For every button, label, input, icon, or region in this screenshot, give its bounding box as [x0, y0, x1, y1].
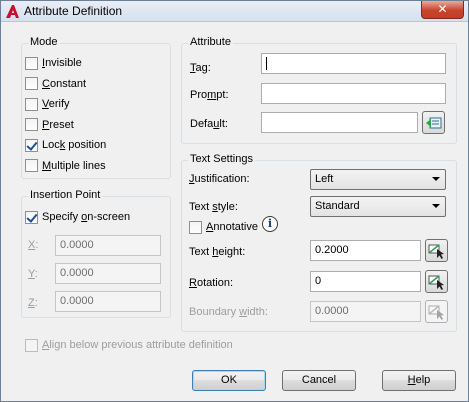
pick-width-icon — [428, 304, 444, 320]
multiple-lines-label: Multiple lines — [42, 159, 106, 172]
preset-label: Preset — [42, 118, 74, 131]
preset-checkbox[interactable]: Preset — [25, 118, 74, 132]
default-field[interactable] — [261, 112, 418, 133]
text-height-field[interactable]: 0.2000 — [310, 240, 421, 261]
boundary-width-pick-button[interactable] — [425, 300, 448, 323]
window-title: Attribute Definition — [24, 4, 123, 18]
annotative-checkbox[interactable]: Annotative — [189, 220, 258, 234]
lock-position-label: Lock position — [42, 139, 107, 151]
justification-select[interactable]: Left — [310, 169, 446, 190]
text-style-label: Text style: — [189, 201, 238, 213]
insert-field-icon — [425, 117, 441, 128]
specify-on-screen-checkbox[interactable]: Specify on-screen — [25, 210, 130, 224]
annotative-check — [189, 220, 202, 234]
specify-on-screen-label: Specify on-screen — [42, 211, 131, 223]
attribute-definition-dialog: Attribute Definition ✕ Mode Invisible Con… — [0, 0, 469, 402]
rotation-field[interactable]: 0 — [310, 271, 421, 292]
verify-check — [25, 97, 38, 111]
constant-check — [25, 77, 38, 90]
verify-label: Verify — [42, 98, 70, 110]
invisible-label: Invisible — [42, 57, 82, 69]
justification-label: Justification: — [189, 173, 250, 185]
text-height-label: Text height: — [189, 246, 246, 258]
rotation-pick-button[interactable] — [425, 270, 448, 293]
x-label: X: — [28, 239, 39, 251]
rotation-label: Rotation: — [189, 277, 234, 289]
title-bar: Attribute Definition ✕ — [1, 1, 468, 22]
align-below-label: Align below previous attribute definitio… — [42, 339, 233, 351]
text-height-pick-button[interactable] — [425, 239, 448, 262]
prompt-label: Prompt: — [190, 89, 229, 101]
ok-button[interactable]: OK — [192, 370, 266, 391]
annotative-label: Annotative — [206, 221, 258, 233]
chevron-down-icon — [432, 177, 440, 181]
preset-check — [25, 118, 38, 131]
tag-label: Tag: — [190, 62, 211, 74]
invisible-checkbox[interactable]: Invisible — [25, 56, 82, 70]
specify-on-screen-check — [25, 210, 38, 224]
multiple-lines-checkbox[interactable]: Multiple lines — [25, 159, 106, 173]
constant-checkbox[interactable]: Constant — [25, 77, 86, 91]
pick-point-icon — [428, 243, 444, 259]
z-label: Z: — [28, 297, 38, 309]
y-field[interactable]: 0.0000 — [55, 263, 161, 284]
tag-field[interactable] — [261, 53, 446, 74]
boundary-width-label: Boundary width: — [189, 306, 268, 318]
cancel-button[interactable]: Cancel — [282, 370, 356, 391]
prompt-field[interactable] — [261, 83, 446, 104]
info-icon[interactable]: i — [262, 216, 278, 232]
text-style-select[interactable]: Standard — [310, 196, 446, 217]
close-button[interactable]: ✕ — [421, 1, 464, 19]
y-label: Y: — [28, 268, 38, 280]
invisible-check — [25, 56, 38, 70]
attribute-group-title: Attribute — [188, 36, 233, 48]
text-settings-group-title: Text Settings — [188, 153, 255, 165]
z-field[interactable]: 0.0000 — [55, 291, 161, 312]
autocad-app-icon — [6, 5, 19, 18]
mode-group-title: Mode — [28, 36, 60, 48]
constant-label: Constant — [42, 77, 87, 90]
align-below-check — [25, 338, 38, 352]
chevron-down-icon — [432, 204, 440, 208]
lock-position-check — [25, 138, 38, 152]
boundary-width-field[interactable]: 0.0000 — [310, 301, 421, 322]
align-below-checkbox[interactable]: Align below previous attribute definitio… — [25, 338, 233, 352]
close-icon: ✕ — [437, 2, 448, 16]
multiple-lines-check — [25, 159, 38, 172]
insertion-point-group-title: Insertion Point — [28, 189, 103, 201]
verify-checkbox[interactable]: Verify — [25, 97, 70, 111]
x-field[interactable]: 0.0000 — [55, 235, 161, 256]
default-label: Default: — [190, 118, 228, 130]
insert-field-button[interactable] — [422, 111, 445, 134]
text-caret — [266, 56, 267, 70]
help-button[interactable]: Help — [382, 370, 456, 391]
lock-position-checkbox[interactable]: Lock position — [25, 138, 106, 152]
pick-angle-icon — [428, 274, 444, 290]
